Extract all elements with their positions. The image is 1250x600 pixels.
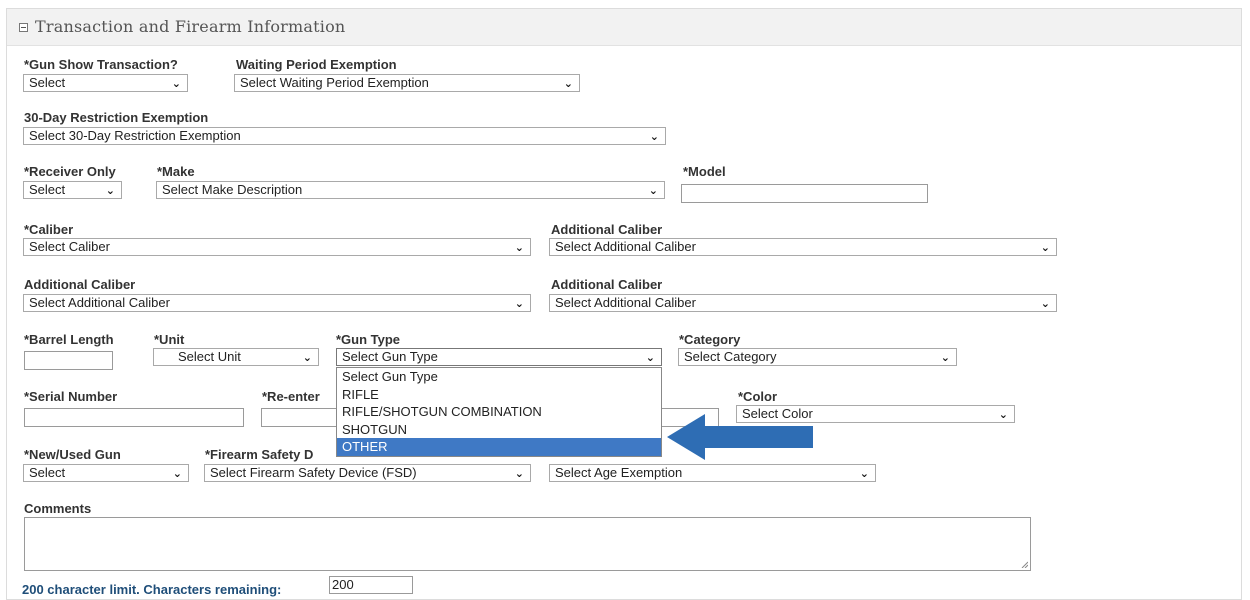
chevron-down-icon: ⌄	[514, 242, 524, 254]
gun-show-label: *Gun Show Transaction?	[24, 57, 178, 72]
gun-type-dropdown-list: Select Gun Type RIFLE RIFLE/SHOTGUN COMB…	[336, 367, 662, 457]
gun-type-option[interactable]: SHOTGUN	[337, 421, 661, 439]
color-label: *Color	[738, 389, 777, 404]
caliber-select[interactable]: Select Caliber ⌄	[23, 238, 531, 256]
additional-caliber-1-select[interactable]: Select Additional Caliber ⌄	[549, 238, 1057, 256]
chevron-down-icon: ⌄	[1040, 242, 1050, 254]
chevron-down-icon: ⌄	[649, 131, 659, 143]
arrow-left-icon	[667, 414, 813, 460]
category-label: *Category	[679, 332, 741, 347]
make-select[interactable]: Select Make Description ⌄	[156, 181, 665, 199]
comments-textarea[interactable]	[24, 517, 1031, 571]
chevron-down-icon: ⌄	[105, 185, 115, 197]
collapse-icon[interactable]	[19, 23, 28, 32]
additional-caliber-3-label: Additional Caliber	[551, 277, 663, 292]
chevron-down-icon: ⌄	[998, 409, 1008, 421]
additional-caliber-3-value: Select Additional Caliber	[555, 295, 696, 310]
additional-caliber-2-value: Select Additional Caliber	[29, 295, 170, 310]
caliber-label: *Caliber	[24, 222, 74, 237]
caliber-value: Select Caliber	[29, 239, 110, 254]
age-exemption-select[interactable]: Select Age Exemption ⌄	[549, 464, 876, 482]
waiting-period-select[interactable]: Select Waiting Period Exemption ⌄	[234, 74, 580, 92]
comments-label: Comments	[24, 501, 92, 516]
barrel-length-input[interactable]	[24, 351, 113, 370]
chevron-down-icon: ⌄	[645, 352, 655, 364]
additional-caliber-1-label: Additional Caliber	[551, 222, 663, 237]
resize-handle-icon[interactable]	[1021, 561, 1028, 568]
fsd-value: Select Firearm Safety Device (FSD)	[210, 465, 417, 480]
fsd-label: *Firearm Safety D	[205, 447, 314, 462]
category-value: Select Category	[684, 349, 777, 364]
chevron-down-icon: ⌄	[859, 468, 869, 480]
chevron-down-icon: ⌄	[563, 78, 573, 90]
receiver-only-select[interactable]: Select ⌄	[23, 181, 122, 199]
serial-number-input[interactable]	[24, 408, 244, 427]
additional-caliber-2-select[interactable]: Select Additional Caliber ⌄	[23, 294, 531, 312]
chevron-down-icon: ⌄	[1040, 298, 1050, 310]
model-label: *Model	[683, 164, 726, 179]
chevron-down-icon: ⌄	[648, 185, 658, 197]
unit-value: Select Unit	[178, 349, 241, 364]
additional-caliber-2-label: Additional Caliber	[24, 277, 136, 292]
reenter-serial-label: *Re-enter	[262, 389, 320, 404]
new-used-value: Select	[29, 465, 66, 480]
char-limit-label: 200 character limit. Characters remainin…	[22, 582, 282, 597]
chevron-down-icon: ⌄	[171, 78, 181, 90]
chevron-down-icon: ⌄	[514, 298, 524, 310]
chevron-down-icon: ⌄	[940, 352, 950, 364]
chevron-down-icon: ⌄	[302, 352, 312, 364]
make-label: *Make	[157, 164, 195, 179]
gun-type-select[interactable]: Select Gun Type ⌄	[336, 348, 662, 366]
restriction-30-label: 30-Day Restriction Exemption	[24, 110, 209, 125]
unit-label: *Unit	[154, 332, 185, 347]
receiver-only-label: *Receiver Only	[24, 164, 116, 179]
panel-title: Transaction and Firearm Information	[35, 17, 346, 36]
chars-remaining-field: 200	[329, 576, 413, 594]
waiting-period-value: Select Waiting Period Exemption	[240, 75, 429, 90]
restriction-30-value: Select 30-Day Restriction Exemption	[29, 128, 241, 143]
additional-caliber-1-value: Select Additional Caliber	[555, 239, 696, 254]
additional-caliber-3-select[interactable]: Select Additional Caliber ⌄	[549, 294, 1057, 312]
waiting-period-label: Waiting Period Exemption	[236, 57, 397, 72]
gun-type-value: Select Gun Type	[342, 349, 438, 364]
gun-type-option[interactable]: Select Gun Type	[337, 368, 661, 386]
model-input[interactable]	[681, 184, 928, 203]
gun-type-option[interactable]: RIFLE	[337, 386, 661, 404]
chevron-down-icon: ⌄	[514, 468, 524, 480]
chevron-down-icon: ⌄	[172, 468, 182, 480]
fsd-select[interactable]: Select Firearm Safety Device (FSD) ⌄	[204, 464, 531, 482]
receiver-only-value: Select	[29, 182, 66, 197]
category-select[interactable]: Select Category ⌄	[678, 348, 957, 366]
gun-show-select[interactable]: Select ⌄	[23, 74, 188, 92]
unit-select[interactable]: Select Unit ⌄	[153, 348, 319, 366]
make-value: Select Make Description	[162, 182, 303, 197]
gun-show-value: Select	[29, 75, 66, 90]
age-exemption-value: Select Age Exemption	[555, 465, 683, 480]
restriction-30-select[interactable]: Select 30-Day Restriction Exemption ⌄	[23, 127, 666, 145]
serial-number-label: *Serial Number	[24, 389, 118, 404]
new-used-select[interactable]: Select ⌄	[23, 464, 189, 482]
new-used-label: *New/Used Gun	[24, 447, 121, 462]
gun-type-label: *Gun Type	[336, 332, 401, 347]
gun-type-option[interactable]: RIFLE/SHOTGUN COMBINATION	[337, 403, 661, 421]
gun-type-option-highlighted[interactable]: OTHER	[337, 438, 661, 456]
panel-header[interactable]: Transaction and Firearm Information	[7, 9, 1241, 46]
barrel-length-label: *Barrel Length	[24, 332, 114, 347]
